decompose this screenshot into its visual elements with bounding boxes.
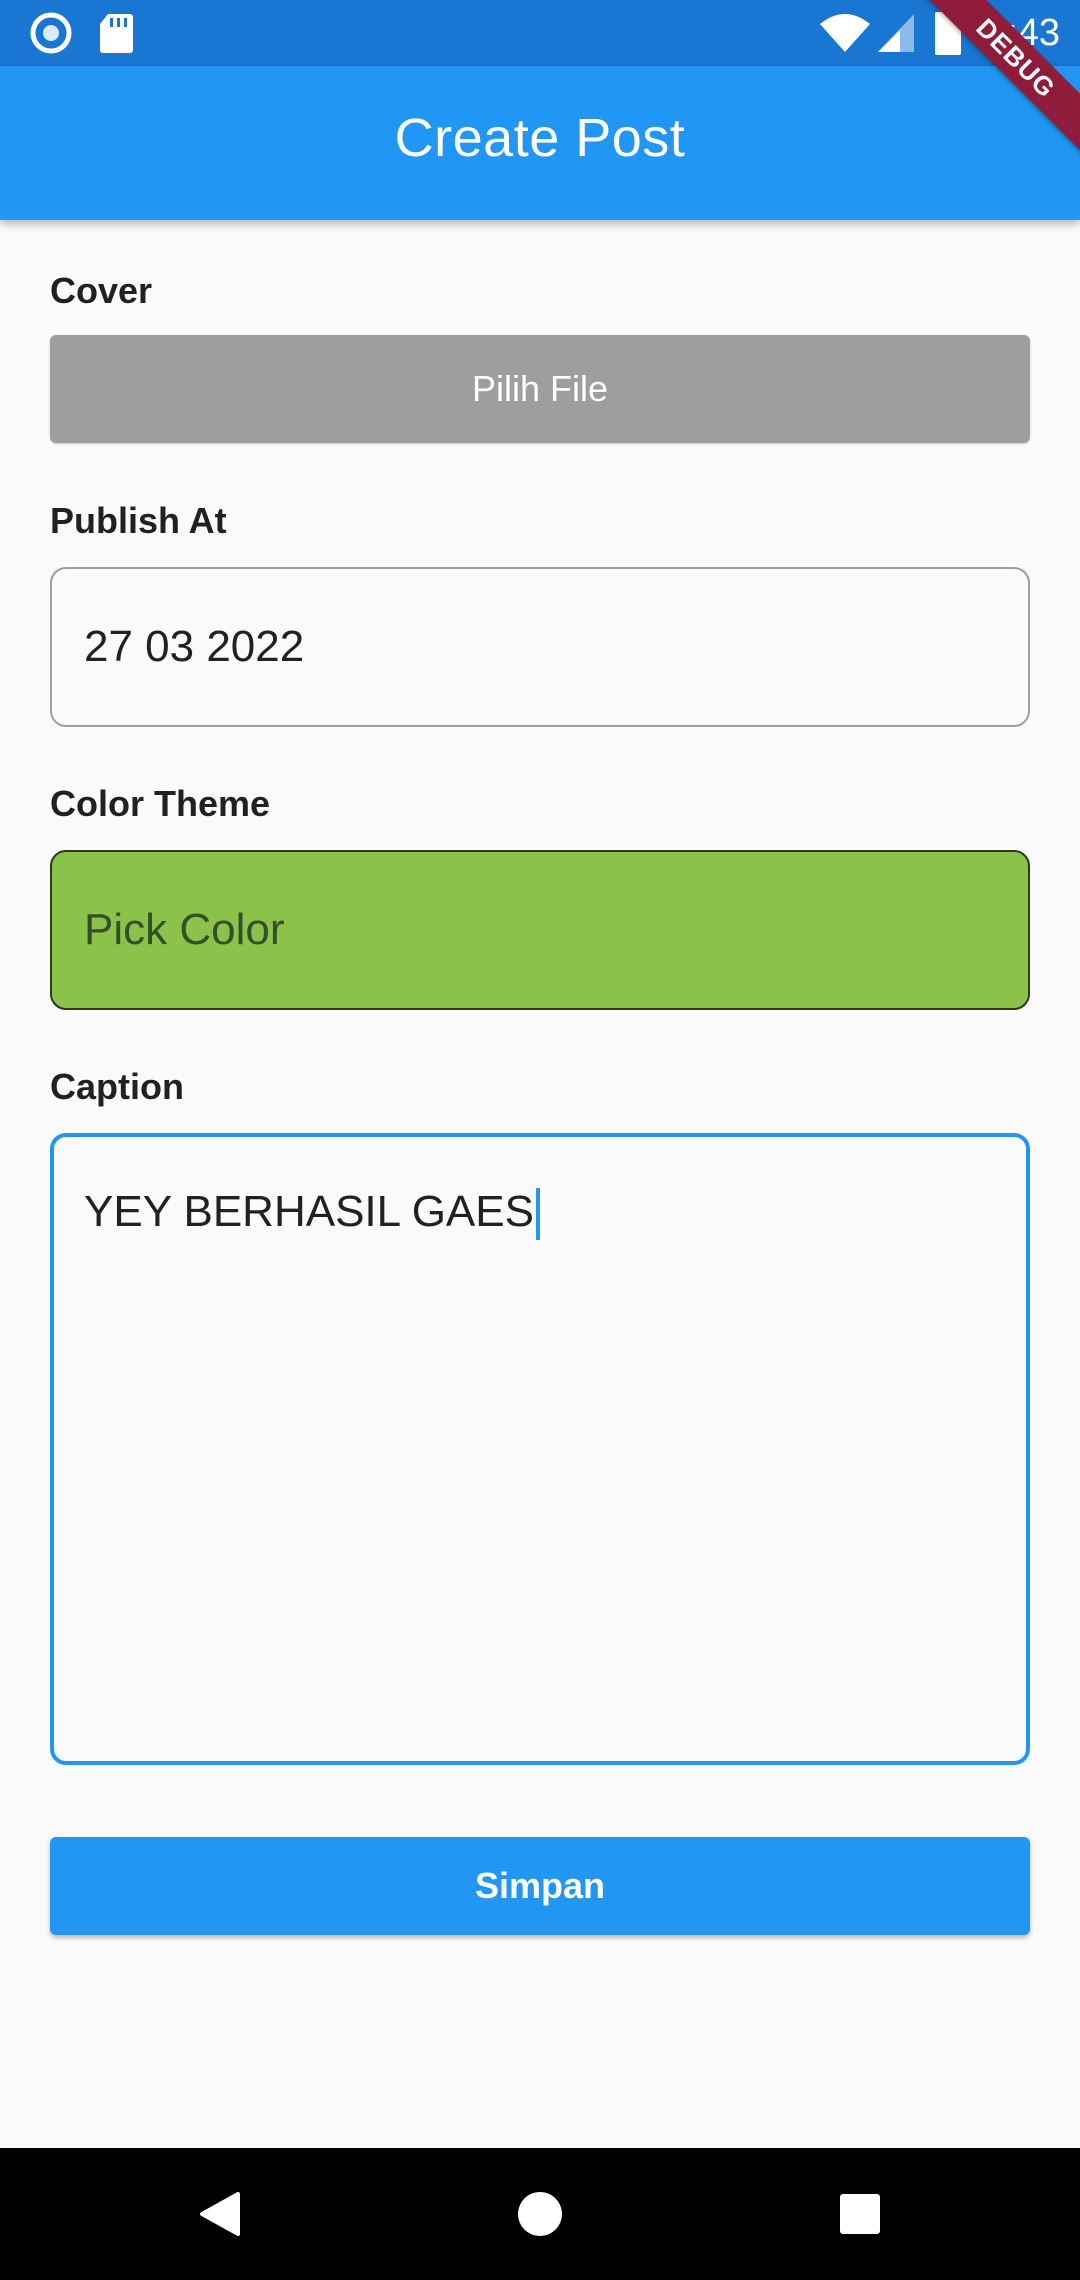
status-time: 7:43 (986, 12, 1060, 54)
recents-button[interactable] (760, 2148, 960, 2280)
caption-textarea[interactable]: YEY BERHASIL GAES (50, 1133, 1030, 1765)
navigation-bar (0, 2148, 1080, 2280)
page-title: Create Post (394, 108, 686, 168)
home-button[interactable] (440, 2148, 640, 2280)
battery-icon (935, 8, 961, 55)
save-button-label: Simpan (474, 1865, 606, 1906)
wifi-icon (820, 14, 870, 52)
recents-icon (840, 2194, 880, 2234)
choose-file-button[interactable]: Pilih File (50, 335, 1030, 443)
sd-card-icon (100, 14, 133, 53)
text-cursor (535, 1188, 540, 1241)
color-picker-field[interactable]: Pick Color (50, 850, 1030, 1010)
signal-icon (878, 14, 914, 52)
home-icon (518, 2192, 562, 2236)
back-button[interactable] (120, 2148, 320, 2280)
record-icon (30, 12, 72, 54)
publish-at-label: Publish At (50, 500, 227, 541)
back-icon (200, 2192, 240, 2236)
caption-value: YEY BERHASIL GAES (84, 1187, 534, 1236)
caption-label: Caption (50, 1066, 184, 1107)
choose-file-button-label: Pilih File (471, 368, 609, 409)
app-bar: Create Post (0, 66, 1080, 220)
color-picker-value: Pick Color (84, 905, 285, 954)
color-theme-label: Color Theme (50, 783, 271, 824)
caption-text: YEY BERHASIL GAES (84, 1187, 540, 1241)
save-button[interactable]: Simpan (50, 1837, 1030, 1935)
cover-label: Cover (50, 270, 153, 311)
publish-date-value: 27 03 2022 (84, 622, 305, 671)
status-bar: 7:43 (0, 0, 1080, 66)
publish-date-field[interactable]: 27 03 2022 (50, 567, 1030, 727)
